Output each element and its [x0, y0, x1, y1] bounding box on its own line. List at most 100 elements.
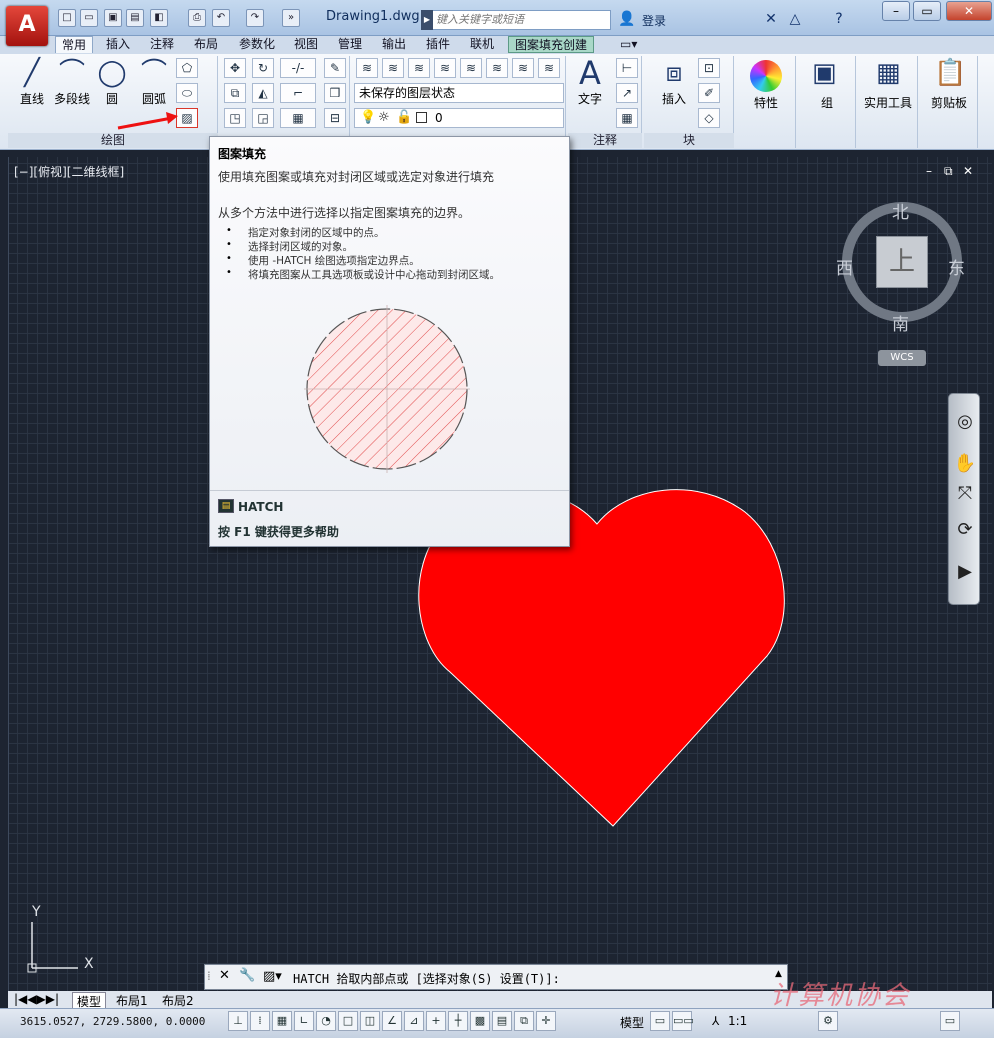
search-input[interactable]: 键入关键字或短语	[421, 10, 611, 30]
arc-button[interactable]: ⌒ 圆弧	[134, 56, 174, 107]
compass-east[interactable]: 东	[948, 254, 965, 279]
group-button[interactable]: 组	[807, 94, 847, 111]
workspace-switch-icon[interactable]: ⚙	[818, 1011, 838, 1031]
stretch-icon[interactable]: ◳	[224, 108, 246, 128]
viewport-restore-icon[interactable]: ⧉	[944, 164, 953, 179]
viewport-close-icon[interactable]: ✕	[963, 164, 973, 178]
tab-home[interactable]: 常用	[55, 36, 94, 53]
line-button[interactable]: ╱ 直线	[12, 56, 52, 107]
grip-icon[interactable]: ⁞	[207, 969, 211, 983]
properties-button[interactable]: 特性	[746, 94, 786, 111]
recent-commands-icon[interactable]: ▨▾	[263, 969, 282, 984]
utilities-button[interactable]: 实用工具	[858, 94, 918, 111]
edit-block-icon[interactable]: ✐	[698, 83, 720, 103]
viewport-controls-label[interactable]: [−][俯视][二维线框]	[14, 163, 124, 180]
annotation-scale-icon[interactable]: ⅄	[712, 1014, 719, 1028]
search-expand-icon[interactable]: ▶	[421, 10, 433, 30]
layer-properties-icon[interactable]: ≋	[356, 58, 378, 78]
tab-parametric[interactable]: 参数化	[233, 36, 281, 53]
osnap-icon[interactable]: □	[338, 1011, 358, 1031]
layer-state-icon[interactable]: ≋	[382, 58, 404, 78]
application-menu-button[interactable]: A	[6, 6, 48, 46]
tab-output[interactable]: 输出	[376, 36, 412, 53]
tab-layout[interactable]: 布局	[188, 36, 224, 53]
scale-icon[interactable]: ◲	[252, 108, 274, 128]
more-commands-icon[interactable]: »	[282, 9, 300, 27]
layer-unisolate-icon[interactable]: ≋	[486, 58, 508, 78]
quick-view-drawings-icon[interactable]: ▭▭	[672, 1011, 694, 1031]
command-prompt[interactable]: HATCH 拾取内部点或 [选择对象(S) 设置(T)]:	[293, 970, 560, 987]
maximize-button[interactable]: ▭	[913, 1, 941, 21]
leader-icon[interactable]: ↗	[616, 83, 638, 103]
array-icon[interactable]: ▦	[280, 108, 316, 128]
attribute-icon[interactable]: ◇	[698, 108, 720, 128]
save-as-icon[interactable]: ▤	[126, 9, 144, 27]
panel-toggle-icon[interactable]: ▭▾	[614, 36, 643, 53]
grid-icon[interactable]: ▦	[272, 1011, 292, 1031]
layout-nav-icon[interactable]: |◀◀▶▶|	[10, 992, 63, 1006]
tab-layout2[interactable]: 布局2	[158, 992, 198, 1009]
create-block-icon[interactable]: ⊡	[698, 58, 720, 78]
block-panel-title[interactable]: 块	[644, 133, 734, 148]
polar-icon[interactable]: ◔	[316, 1011, 336, 1031]
tab-manage[interactable]: 管理	[332, 36, 368, 53]
save-icon[interactable]: ▣	[104, 9, 122, 27]
showmotion-icon[interactable]: ▶	[953, 560, 977, 584]
close-button[interactable]: ✕	[946, 1, 992, 21]
clipboard-button[interactable]: 剪贴板	[924, 94, 974, 111]
compass-west[interactable]: 西	[836, 254, 853, 279]
orbit-icon[interactable]: ⟳	[953, 518, 977, 542]
open-icon[interactable]: ▭	[80, 9, 98, 27]
offset-icon[interactable]: ⊟	[324, 108, 346, 128]
explode-icon[interactable]: ❒	[324, 83, 346, 103]
pan-icon[interactable]: ✋	[953, 452, 977, 476]
layer-state-dropdown[interactable]: 未保存的图层状态	[354, 83, 564, 103]
model-space-button[interactable]: 模型	[620, 1014, 644, 1031]
fillet-icon[interactable]: ⌐	[280, 83, 316, 103]
undo-icon[interactable]: ↶	[212, 9, 230, 27]
trim-icon[interactable]: -/-	[280, 58, 316, 78]
tab-hatch-creation[interactable]: 图案填充创建	[508, 36, 595, 53]
tab-view[interactable]: 视图	[288, 36, 324, 53]
otrack-icon[interactable]: ∠	[382, 1011, 402, 1031]
tab-layout1[interactable]: 布局1	[112, 992, 152, 1009]
viewcube-top-face[interactable]: 上	[876, 236, 928, 288]
table-icon[interactable]: ▦	[616, 108, 638, 128]
help-icon[interactable]: ?	[830, 10, 848, 28]
customize-icon[interactable]: 🔧	[239, 968, 255, 983]
quick-properties-icon[interactable]: ▤	[492, 1011, 512, 1031]
compass-south[interactable]: 南	[892, 310, 909, 335]
close-command-icon[interactable]: ✕	[219, 968, 230, 983]
insert-block-button[interactable]: ⧈ 插入	[654, 56, 694, 107]
clean-screen-icon[interactable]: ▭	[940, 1011, 960, 1031]
polyline-button[interactable]: ⌒ 多段线	[50, 56, 94, 107]
erase-icon[interactable]: ✎	[324, 58, 346, 78]
move-icon[interactable]: ✥	[224, 58, 246, 78]
viewcube[interactable]: 上 北 南 东 西	[836, 198, 966, 335]
snap-icon[interactable]: ⁞	[250, 1011, 270, 1031]
tab-insert[interactable]: 插入	[100, 36, 136, 53]
plot-preview-icon[interactable]: ◧	[150, 9, 168, 27]
tab-addins[interactable]: 插件	[420, 36, 456, 53]
redo-icon[interactable]: ↷	[246, 9, 264, 27]
wcs-menu[interactable]: WCS	[878, 350, 926, 366]
ortho-icon[interactable]: ∟	[294, 1011, 314, 1031]
dyn-icon[interactable]: +	[426, 1011, 446, 1031]
mirror-icon[interactable]: ◭	[252, 83, 274, 103]
dimension-icon[interactable]: ⊢	[616, 58, 638, 78]
lineweight-icon[interactable]: ┼	[448, 1011, 468, 1031]
layer-previous-icon[interactable]: ≋	[434, 58, 456, 78]
annotation-monitor-icon[interactable]: ✛	[536, 1011, 556, 1031]
layer-off-icon[interactable]: ≋	[538, 58, 560, 78]
plot-icon[interactable]: ⎙	[188, 9, 206, 27]
layer-freeze-icon[interactable]: ≋	[512, 58, 534, 78]
circle-button[interactable]: ◯ 圆	[92, 56, 132, 107]
steering-wheel-icon[interactable]: ◎	[953, 410, 977, 434]
ducs-icon[interactable]: ⊿	[404, 1011, 424, 1031]
annotation-scale[interactable]: 1:1	[728, 1014, 747, 1028]
tab-annotate[interactable]: 注释	[144, 36, 180, 53]
layer-match-icon[interactable]: ≋	[408, 58, 430, 78]
draw-panel-title[interactable]: 绘图	[8, 133, 218, 148]
text-button[interactable]: A 文字	[570, 56, 610, 107]
transparency-icon[interactable]: ▩	[470, 1011, 490, 1031]
